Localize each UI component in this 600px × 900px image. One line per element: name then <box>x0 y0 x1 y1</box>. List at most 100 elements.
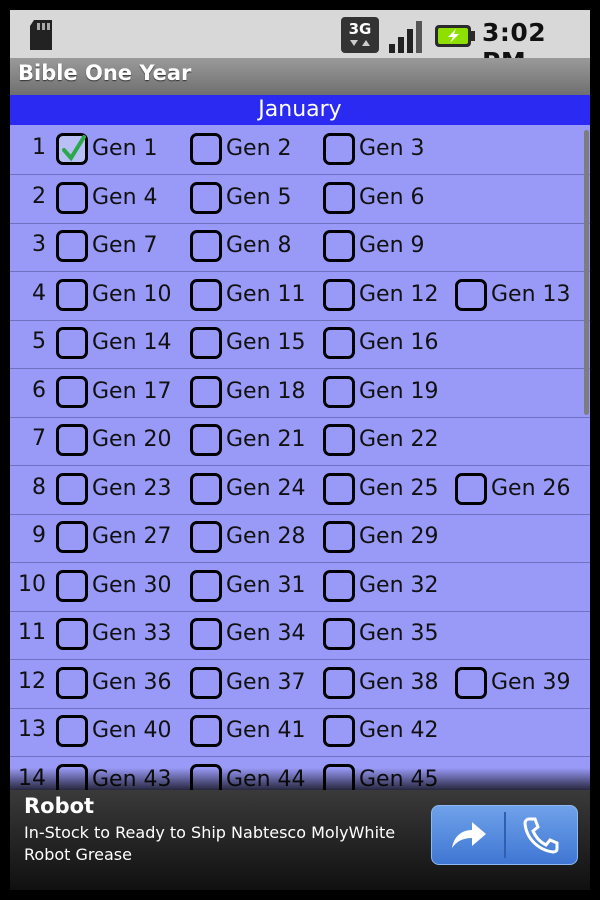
reading-label: Gen 31 <box>226 572 306 598</box>
reading-checkbox[interactable] <box>56 230 88 262</box>
day-number: 9 <box>32 523 46 548</box>
reading-label: Gen 29 <box>359 524 439 549</box>
day-number: 11 <box>18 620 46 645</box>
reading-label: Gen 38 <box>359 669 439 695</box>
month-header: January <box>10 95 590 125</box>
reading-checkbox[interactable] <box>323 715 355 747</box>
reading-checkbox[interactable] <box>323 278 355 311</box>
app-title-bar: Bible One Year <box>10 58 590 95</box>
reading-label: Gen 11 <box>226 281 306 307</box>
reading-checkbox[interactable] <box>56 375 88 408</box>
reading-label: Gen 4 <box>92 184 158 210</box>
reading-label: Gen 39 <box>491 669 571 695</box>
reading-checkbox[interactable] <box>323 133 355 165</box>
sd-card-icon <box>30 20 52 50</box>
ad-button-divider <box>504 812 506 858</box>
reading-checkbox[interactable] <box>190 230 222 262</box>
reading-label: Gen 7 <box>92 233 158 258</box>
reading-label: Gen 3 <box>359 136 425 161</box>
reading-checkbox[interactable] <box>455 278 487 311</box>
reading-checkbox[interactable] <box>190 618 222 650</box>
scrollbar[interactable] <box>584 130 589 415</box>
day-number: 13 <box>18 717 46 742</box>
status-bar: 3G 3:02 PM <box>10 10 590 76</box>
reading-label: Gen 21 <box>226 427 306 452</box>
reading-label: Gen 18 <box>226 378 306 404</box>
reading-checkbox[interactable] <box>323 472 355 505</box>
phone-icon[interactable] <box>520 816 560 854</box>
reading-label: Gen 30 <box>92 572 172 598</box>
reading-checkbox[interactable] <box>323 181 355 214</box>
reading-checkbox[interactable] <box>56 715 88 747</box>
reading-checkbox[interactable] <box>56 666 88 699</box>
reading-checkbox[interactable] <box>56 181 88 214</box>
reading-label: Gen 41 <box>226 718 306 743</box>
reading-checkbox[interactable] <box>190 521 222 553</box>
reading-checkbox[interactable] <box>190 715 222 747</box>
day-row: 8 Gen 23 Gen 24 Gen 25 Gen 26 <box>10 466 590 515</box>
reading-checkbox[interactable] <box>323 618 355 650</box>
reading-checkbox[interactable] <box>455 472 487 505</box>
reading-label: Gen 25 <box>359 475 439 501</box>
reading-label: Gen 24 <box>226 475 306 501</box>
reading-checkbox[interactable] <box>190 569 222 602</box>
day-number: 6 <box>32 377 46 403</box>
ad-action-buttons <box>431 805 578 865</box>
reading-checkbox[interactable] <box>190 181 222 214</box>
reading-label: Gen 16 <box>359 330 439 355</box>
share-arrow-icon[interactable] <box>448 818 488 852</box>
ad-text: In-Stock to Ready to Ship Nabtesco MolyW… <box>24 823 396 864</box>
list-bottom-fade <box>10 768 590 790</box>
reading-label: Gen 1 <box>92 136 158 161</box>
reading-label: Gen 15 <box>226 330 306 355</box>
day-row: 9 Gen 27 Gen 28 Gen 29 <box>10 514 590 563</box>
reading-checkbox[interactable] <box>56 278 88 311</box>
reading-checkbox[interactable] <box>455 666 487 699</box>
reading-checkbox[interactable] <box>323 569 355 602</box>
reading-checkbox[interactable] <box>323 666 355 699</box>
reading-label: Gen 20 <box>92 427 172 452</box>
reading-checkbox[interactable] <box>190 133 222 165</box>
day-row: 5 Gen 14 Gen 15 Gen 16 <box>10 320 590 369</box>
reading-checkbox[interactable] <box>56 618 88 650</box>
day-row: 7 Gen 20 Gen 21 Gen 22 <box>10 417 590 466</box>
reading-checkbox[interactable] <box>56 327 88 359</box>
reading-checkbox[interactable] <box>190 472 222 505</box>
reading-label: Gen 22 <box>359 427 439 452</box>
reading-checkbox[interactable] <box>323 230 355 262</box>
reading-checkbox[interactable] <box>190 424 222 456</box>
reading-checkbox[interactable] <box>323 424 355 456</box>
ad-title: Robot <box>24 794 95 818</box>
reading-checkbox[interactable] <box>323 327 355 359</box>
reading-label: Gen 19 <box>359 378 439 404</box>
reading-checkbox[interactable] <box>190 327 222 359</box>
reading-label: Gen 40 <box>92 718 172 743</box>
reading-label: Gen 17 <box>92 378 172 404</box>
reading-checkbox[interactable] <box>190 666 222 699</box>
reading-label: Gen 8 <box>226 233 292 258</box>
reading-label: Gen 42 <box>359 718 439 743</box>
day-row: 4 Gen 10 Gen 11 Gen 12 Gen 13 <box>10 272 590 321</box>
reading-label: Gen 28 <box>226 524 306 549</box>
reading-checkbox[interactable] <box>56 569 88 602</box>
reading-checkbox[interactable] <box>323 375 355 408</box>
day-number: 3 <box>32 232 46 257</box>
day-row: 1 Gen 1 Gen 2 Gen 3 <box>10 126 590 175</box>
reading-label: Gen 14 <box>92 330 172 355</box>
device-screen: 3G 3:02 PM Bible One Year January 1 Gen 1… <box>0 0 600 900</box>
reading-checkbox[interactable] <box>323 521 355 553</box>
reading-label: Gen 12 <box>359 281 439 307</box>
reading-checkbox[interactable] <box>56 472 88 505</box>
reading-list[interactable]: January 1 Gen 1 Gen 2 Gen 3 2 Gen 4 Gen 5 Gen 6… <box>10 95 590 790</box>
reading-checkbox[interactable] <box>190 375 222 408</box>
check-mark-icon <box>62 135 86 162</box>
day-number: 10 <box>18 571 46 597</box>
reading-checkbox[interactable] <box>56 521 88 553</box>
reading-checkbox[interactable] <box>56 424 88 456</box>
reading-checkbox[interactable] <box>56 133 88 165</box>
ad-banner[interactable]: Robot In-Stock to Ready to Ship Nabtesco… <box>10 790 590 890</box>
reading-label: Gen 2 <box>226 136 292 161</box>
reading-checkbox[interactable] <box>190 278 222 311</box>
reading-label: Gen 34 <box>226 621 306 646</box>
day-number: 1 <box>32 135 46 160</box>
